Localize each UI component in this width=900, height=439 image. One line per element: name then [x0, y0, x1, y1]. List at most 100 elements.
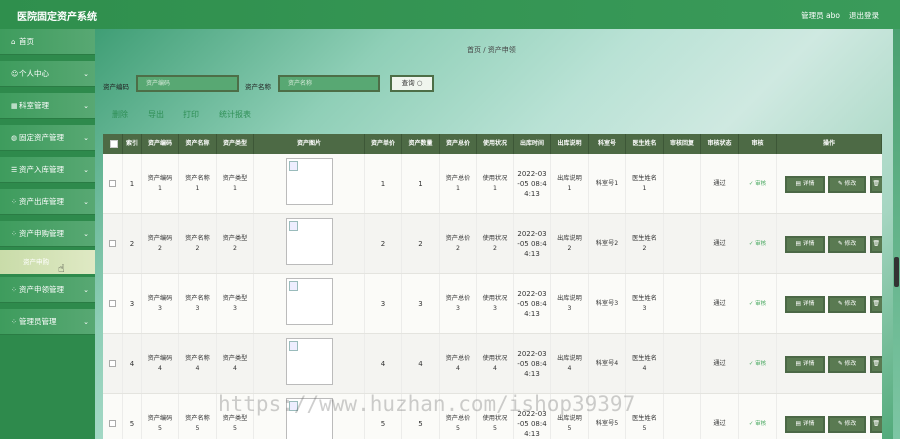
detail-button[interactable]: ▤ 详情 [785, 356, 825, 373]
asset-code-input[interactable]: 资产编码 [136, 75, 239, 92]
cell-name: 资产名称 5 [179, 394, 217, 439]
cell-code: 资产编码 1 [142, 154, 179, 213]
row-checkbox[interactable] [109, 300, 116, 307]
detail-button[interactable]: ▤ 详情 [785, 176, 825, 193]
chevron-down-icon: ⌄ [83, 70, 89, 78]
delete-row-button[interactable]: 🗑 删 [870, 356, 882, 373]
cell-price: 3 [365, 274, 402, 333]
cell-index: 5 [123, 394, 142, 439]
sidebar-item[interactable]: ⁘ 资产申购管理 ⌄ [0, 221, 95, 247]
asset-image-cell [254, 154, 365, 213]
sidebar-item[interactable]: ⁘ 管理员管理 ⌄ [0, 309, 95, 335]
sidebar-item-label: 固定资产管理 [19, 133, 64, 142]
cell-type: 资产类型 2 [217, 214, 254, 273]
audit-link[interactable]: ✓ 审核 [739, 154, 777, 213]
cell-note: 出库说明 2 [551, 214, 589, 273]
sidebar-item[interactable]: ▦科室管理 ⌄ [0, 93, 95, 119]
detail-button[interactable]: ▤ 详情 [785, 236, 825, 253]
search-button[interactable]: 查询 ○ [390, 75, 434, 92]
cell-total: 资产总价 3 [440, 274, 477, 333]
row-checkbox[interactable] [109, 360, 116, 367]
column-header: 资产数量 [402, 134, 440, 154]
export-button[interactable]: 导出 [148, 109, 164, 120]
operations-cell: ▤ 详情✎ 修改 🗑 删 [777, 274, 882, 333]
cell-doctor: 医生姓名 3 [626, 274, 664, 333]
cell-index: 1 [123, 154, 142, 213]
operations-cell: ▤ 详情✎ 修改 🗑 删 [777, 394, 882, 439]
edit-button[interactable]: ✎ 修改 [828, 356, 866, 373]
sidebar-subitem-purchase[interactable]: 资产申购 [0, 250, 95, 274]
delete-row-button[interactable]: 🗑 删 [870, 296, 882, 313]
delete-row-button[interactable]: 🗑 删 [870, 176, 882, 193]
table-header: 索引 资产编码 资产名称 资产类型 资产图片 资产单价 资产数量 资产总价 使用状况 出库时间 出库… [103, 134, 882, 154]
detail-button[interactable]: ▤ 详情 [785, 416, 825, 433]
edit-button[interactable]: ✎ 修改 [828, 416, 866, 433]
breadcrumb: 首页 / 资产申领 [467, 46, 516, 54]
top-bar: 医院固定资产系统 管理员 abo 退出登录 [0, 0, 900, 29]
edit-button[interactable]: ✎ 修改 [828, 296, 866, 313]
broken-image-icon [285, 218, 333, 265]
row-checkbox[interactable] [109, 240, 116, 247]
asset-image-cell [254, 214, 365, 273]
cell-reply [664, 214, 701, 273]
print-button[interactable]: 打印 [183, 109, 199, 120]
asset-name-input[interactable]: 资产名称 [278, 75, 380, 92]
delete-row-button[interactable]: 🗑 删 [870, 236, 882, 253]
cell-total: 资产总价 1 [440, 154, 477, 213]
stats-report-button[interactable]: 统计报表 [219, 109, 251, 120]
sidebar-item[interactable]: ⌂ 首页 [0, 29, 95, 55]
sidebar-item[interactable]: ⁘ 资产申领管理 ⌄ [0, 277, 95, 303]
cell-status: 使用状况 3 [477, 274, 514, 333]
sidebar-item[interactable]: ☰ 资产入库管理 ⌄ [0, 157, 95, 183]
row-select-cell [103, 274, 123, 333]
audit-link[interactable]: ✓ 审核 [739, 334, 777, 393]
cell-code: 资产编码 5 [142, 394, 179, 439]
cell-price: 4 [365, 334, 402, 393]
sidebar: ⌂ 首页 ☺个人中心 ⌄ ▦科室管理 ⌄ ◍ 固定资产管理 ⌄ ☰ 资产入库管理 ⌄ ⁘ 资产出库管理 ⌄ ⁘… [0, 29, 95, 439]
column-header: 资产类型 [217, 134, 254, 154]
chevron-down-icon: ⌄ [83, 102, 89, 110]
cell-time: 2022-03 -05 08:4 4:13 [514, 274, 551, 333]
column-header: 使用状况 [477, 134, 514, 154]
chevron-down-icon: ⌄ [83, 166, 89, 174]
broken-image-icon [285, 338, 333, 385]
scrollbar-thumb[interactable] [894, 257, 899, 287]
cell-reply [664, 274, 701, 333]
list-icon: ☰ [11, 166, 18, 174]
row-checkbox[interactable] [109, 420, 116, 427]
detail-button[interactable]: ▤ 详情 [785, 296, 825, 313]
home-icon: ⌂ [11, 38, 16, 46]
row-checkbox[interactable] [109, 180, 116, 187]
audit-link[interactable]: ✓ 审核 [739, 274, 777, 333]
sidebar-item[interactable]: ◍ 固定资产管理 ⌄ [0, 125, 95, 151]
edit-button[interactable]: ✎ 修改 [828, 236, 866, 253]
delete-button[interactable]: 删除 [112, 109, 128, 120]
building-icon: ▦ [11, 102, 18, 110]
audit-link[interactable]: ✓ 审核 [739, 214, 777, 273]
sidebar-item-label: 资产申领管理 [19, 285, 64, 294]
delete-row-button[interactable]: 🗑 删 [870, 416, 882, 433]
cell-time: 2022-03 -05 08:4 4:13 [514, 334, 551, 393]
cell-type: 资产类型 4 [217, 334, 254, 393]
cell-note: 出库说明 4 [551, 334, 589, 393]
table-row: 2 资产编码 2 资产名称 2 资产类型 2 2 2 资产总价 2 使用状况 2 2022-03… [103, 214, 882, 274]
main-content: 首页 / 资产申领 资产编码 资产编码 资产名称 资产名称 查询 ○ 删除 导出… [95, 29, 900, 439]
sidebar-item-label: 个人中心 [19, 69, 49, 78]
select-all-checkbox[interactable] [110, 140, 118, 148]
cell-price: 2 [365, 214, 402, 273]
chevron-down-icon: ⌄ [83, 230, 89, 238]
cell-index: 2 [123, 214, 142, 273]
cell-qty: 3 [402, 274, 440, 333]
cell-name: 资产名称 2 [179, 214, 217, 273]
column-header: 索引 [123, 134, 142, 154]
grid-icon: ⁘ [11, 198, 17, 206]
sidebar-item[interactable]: ⁘ 资产出库管理 ⌄ [0, 189, 95, 215]
cell-note: 出库说明 1 [551, 154, 589, 213]
edit-button[interactable]: ✎ 修改 [828, 176, 866, 193]
sidebar-item[interactable]: ☺个人中心 ⌄ [0, 61, 95, 87]
logout-link[interactable]: 退出登录 [849, 10, 879, 21]
chevron-down-icon: ⌄ [83, 198, 89, 206]
audit-link[interactable]: ✓ 审核 [739, 394, 777, 439]
cell-status: 使用状况 1 [477, 154, 514, 213]
page-scrollbar[interactable] [893, 29, 900, 439]
